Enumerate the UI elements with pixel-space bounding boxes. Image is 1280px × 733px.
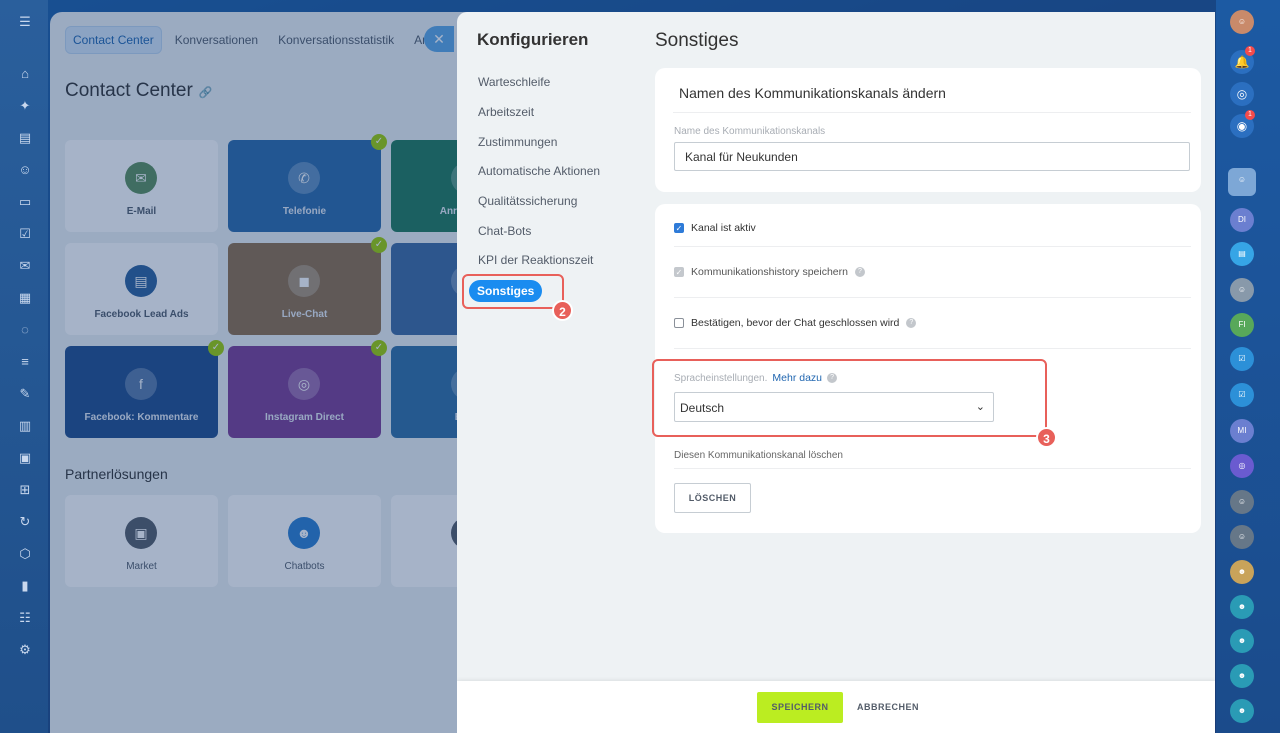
menu-item-chat-bots[interactable]: Chat-Bots bbox=[478, 224, 531, 238]
menu-item-arbeitszeit[interactable]: Arbeitszeit bbox=[478, 105, 534, 119]
home-icon[interactable]: ⌂ bbox=[17, 66, 33, 82]
save-button[interactable]: SPEICHERN bbox=[757, 692, 843, 723]
group-icon-2[interactable]: ☻ bbox=[1230, 595, 1254, 619]
confirm-checkbox[interactable] bbox=[674, 318, 684, 328]
option-history: ✓ Kommunikationshistory speichern ? bbox=[674, 266, 865, 278]
delete-label: Diesen Kommunikationskanal löschen bbox=[674, 450, 843, 461]
crm-icon[interactable]: ▭ bbox=[17, 194, 33, 210]
contact-avatar-mi[interactable]: MI bbox=[1230, 419, 1254, 443]
sites-icon[interactable]: ✦ bbox=[17, 98, 33, 114]
group-icon-5[interactable]: ☻ bbox=[1230, 699, 1254, 723]
analytics-icon[interactable]: ▮ bbox=[17, 578, 33, 594]
menu-item-zustimmungen[interactable]: Zustimmungen bbox=[478, 135, 557, 149]
contacts-icon[interactable]: ☺ bbox=[17, 162, 33, 178]
automation-icon[interactable]: ↻ bbox=[17, 514, 33, 530]
option-confirm: Bestätigen, bevor der Chat geschlossen w… bbox=[674, 317, 917, 329]
task-icon-1[interactable]: ☑ bbox=[1230, 347, 1254, 371]
cart-icon[interactable]: ⊞ bbox=[17, 482, 33, 498]
active-checkbox[interactable]: ✓ bbox=[674, 223, 684, 233]
menu-title: Konfigurieren bbox=[477, 30, 589, 49]
chat-group-icon[interactable]: ▤ bbox=[1230, 242, 1254, 266]
confirm-label: Bestätigen, bevor der Chat geschlossen w… bbox=[691, 317, 900, 329]
building-icon[interactable]: ▥ bbox=[17, 418, 33, 434]
contact-avatar-1[interactable]: ☺ bbox=[1228, 168, 1256, 196]
contact-avatar-4[interactable]: ☺ bbox=[1230, 525, 1254, 549]
footer-bar: SPEICHERN ABBRECHEN bbox=[457, 681, 1215, 733]
menu-item-warteschleife[interactable]: Warteschleife bbox=[478, 75, 550, 89]
edit-icon[interactable]: ✎ bbox=[17, 386, 33, 402]
divider bbox=[674, 468, 1191, 469]
contact-avatar-di[interactable]: DI bbox=[1230, 208, 1254, 232]
contact-avatar-3[interactable]: ☺ bbox=[1230, 490, 1254, 514]
divider bbox=[674, 246, 1191, 247]
tasks-icon[interactable]: ☑ bbox=[17, 226, 33, 242]
filter-icon[interactable]: ≡ bbox=[17, 354, 33, 370]
help-icon[interactable]: ? bbox=[906, 318, 917, 328]
channel-name-label: Name des Kommunikationskanals bbox=[674, 126, 826, 137]
cancel-button[interactable]: ABBRECHEN bbox=[857, 692, 919, 723]
group-icon-3[interactable]: ☻ bbox=[1230, 629, 1254, 653]
help-icon[interactable]: ? bbox=[855, 267, 865, 277]
divider bbox=[673, 112, 1191, 113]
channel-icon[interactable]: ◎ bbox=[1230, 454, 1254, 478]
devices-icon[interactable]: ▣ bbox=[17, 450, 33, 466]
step-badge-3: 3 bbox=[1036, 427, 1057, 448]
option-active: ✓ Kanal ist aktiv bbox=[674, 222, 756, 234]
divider bbox=[674, 297, 1191, 298]
left-sidebar: ☰ ⌂ ✦ ▤ ☺ ▭ ☑ ✉ ▦ ◌ ≡ ✎ ▥ ▣ ⊞ ↻ ⬡ ▮ ☷ ⚙ bbox=[0, 0, 48, 733]
menu-item-kpi[interactable]: KPI der Reaktionszeit bbox=[478, 253, 593, 267]
active-label: Kanal ist aktiv bbox=[691, 222, 756, 234]
mail-nav-icon[interactable]: ✉ bbox=[17, 258, 33, 274]
feed-icon[interactable]: ▤ bbox=[17, 130, 33, 146]
list-icon[interactable]: ☷ bbox=[17, 610, 33, 626]
step-badge-2: 2 bbox=[552, 300, 573, 321]
highlight-language bbox=[652, 359, 1047, 437]
group-icon-4[interactable]: ☻ bbox=[1230, 664, 1254, 688]
calendar-icon[interactable]: ▦ bbox=[17, 290, 33, 306]
delete-button[interactable]: LÖSCHEN bbox=[674, 483, 751, 513]
notification-badge: 1 bbox=[1245, 46, 1255, 56]
box-icon[interactable]: ⬡ bbox=[17, 546, 33, 562]
channel-name-input[interactable]: Kanal für Neukunden bbox=[674, 142, 1190, 171]
menu-item-qualitaetssicherung[interactable]: Qualitätssicherung bbox=[478, 194, 577, 208]
group-icon-1[interactable]: ☻ bbox=[1230, 560, 1254, 584]
settings-icon[interactable]: ⚙ bbox=[17, 642, 33, 658]
target-icon[interactable]: ◎ bbox=[1230, 82, 1254, 106]
history-label: Kommunikationshistory speichern bbox=[691, 266, 848, 278]
chat-nav-icon[interactable]: ◌ bbox=[17, 322, 33, 338]
highlight-sonstiges bbox=[462, 274, 564, 309]
configure-slider: Konfigurieren Warteschleife Arbeitszeit … bbox=[457, 12, 1215, 733]
contact-avatar-2[interactable]: ☺ bbox=[1230, 278, 1254, 302]
task-icon-2[interactable]: ☑ bbox=[1230, 383, 1254, 407]
rename-heading: Namen des Kommunikationskanals ändern bbox=[679, 85, 946, 101]
menu-item-automatische-aktionen[interactable]: Automatische Aktionen bbox=[478, 164, 600, 178]
divider bbox=[674, 348, 1191, 349]
chat-badge: 1 bbox=[1245, 110, 1255, 120]
user-avatar[interactable]: ☺ bbox=[1230, 10, 1254, 34]
content-title: Sonstiges bbox=[655, 30, 739, 51]
history-checkbox[interactable]: ✓ bbox=[674, 267, 684, 277]
rename-card: Namen des Kommunikationskanals ändern Na… bbox=[655, 68, 1201, 192]
contact-avatar-fi[interactable]: FI bbox=[1230, 313, 1254, 337]
menu-icon[interactable]: ☰ bbox=[17, 14, 33, 30]
